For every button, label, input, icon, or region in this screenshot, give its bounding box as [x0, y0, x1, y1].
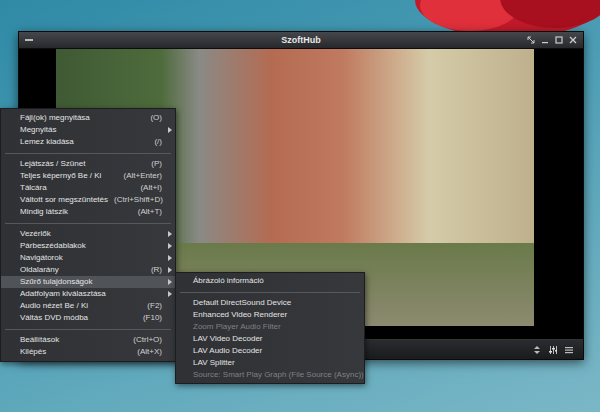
submenu-item[interactable]: Source: Smart Play Graph (File Source (A… [176, 369, 364, 381]
menu-item-label: Oldalarány [20, 264, 145, 276]
context-menu-item[interactable]: Váltás DVD módba(F10) [1, 312, 175, 324]
context-menu-item[interactable]: Lejátszás / Szünet(P) [1, 158, 175, 170]
close-icon[interactable] [569, 36, 577, 44]
menu-separator [1, 324, 175, 334]
submenu-arrow-icon [168, 231, 172, 237]
hamburger-icon[interactable] [565, 346, 573, 354]
context-menu-item[interactable]: Oldalarány(R) [1, 264, 175, 276]
menu-item-label: Lejátszás / Szünet [20, 158, 145, 170]
minimize-icon[interactable] [541, 36, 549, 44]
menu-item-label: Kilépés [20, 346, 131, 358]
submenu-item[interactable]: LAV Audio Decoder [176, 345, 364, 357]
context-menu-item[interactable]: Váltott sor megszüntetés(Ctrl+Shift+D) [1, 194, 175, 206]
context-menu-item[interactable]: Megnyitás [1, 124, 175, 136]
menu-item-label: Tálcára [20, 182, 134, 194]
menu-item-label: Beállítások [20, 334, 127, 346]
menu-item-shortcut: (Alt+I) [134, 182, 162, 194]
menu-item-label: Párbeszédablakok [20, 240, 162, 252]
menu-item-label: Lemez kiadása [20, 136, 148, 148]
filter-submenu: Ábrázoló információ Default DirectSound D… [175, 272, 365, 384]
context-menu-item[interactable]: Mindig látszik(Alt+T) [1, 206, 175, 218]
context-menu-item[interactable]: Teljes képernyő Be / Ki(Alt+Enter) [1, 170, 175, 182]
resize-icon[interactable] [527, 36, 535, 44]
menu-item-label: LAV Splitter [193, 357, 351, 369]
menu-item-label: Teljes képernyő Be / Ki [20, 170, 118, 182]
context-menu-item[interactable]: Tálcára(Alt+I) [1, 182, 175, 194]
context-menu-item[interactable]: Lemez kiadása(/) [1, 136, 175, 148]
menu-item-label: Váltott sor megszüntetés [20, 194, 108, 206]
submenu-item[interactable]: LAV Splitter [176, 357, 364, 369]
window-title: SzoftHub [281, 35, 321, 45]
context-menu: Fájl(ok) megnyitása(O)MegnyitásLemez kia… [0, 108, 176, 362]
menu-item-shortcut: (R) [145, 264, 162, 276]
submenu-item[interactable]: Default DirectSound Device [176, 297, 364, 309]
menu-item-shortcut: (F2) [141, 300, 162, 312]
menu-item-label: Navigátorok [20, 252, 162, 264]
desktop: SzoftHubFájl(ok) megnyitása(O)MegnyitásL… [0, 0, 600, 412]
menu-item-label: Adatfolyam kiválasztása [20, 288, 162, 300]
menu-item-shortcut: (P) [145, 158, 162, 170]
context-menu-item[interactable]: Adatfolyam kiválasztása [1, 288, 175, 300]
context-menu-item[interactable]: Fájl(ok) megnyitása(O) [1, 112, 175, 124]
context-menu-item[interactable]: Szűrő tulajdonságok [1, 276, 175, 288]
title-bar: SzoftHub [19, 32, 583, 49]
submenu-item[interactable]: Zoom Player Audio Filter [176, 321, 364, 333]
context-menu-item[interactable]: Audio nézet Be / Ki(F2) [1, 300, 175, 312]
menu-item-shortcut: (F10) [137, 312, 162, 324]
menu-item-label: LAV Video Decoder [193, 333, 351, 345]
menu-item-label: Default DirectSound Device [193, 297, 351, 309]
menu-item-label: Váltás DVD módba [20, 312, 137, 324]
menu-separator [1, 218, 175, 228]
menu-item-shortcut: (O) [144, 112, 162, 124]
context-menu-item[interactable]: Navigátorok [1, 252, 175, 264]
menu-item-shortcut: (Ctrl+O) [127, 334, 162, 346]
menu-item-label: Fájl(ok) megnyitása [20, 112, 144, 124]
equalizer-icon[interactable] [549, 346, 557, 354]
context-menu-item[interactable]: Kilépés(Alt+X) [1, 346, 175, 358]
submenu-item[interactable]: Enhanced Video Renderer [176, 309, 364, 321]
submenu-item[interactable]: Ábrázoló információ [176, 275, 364, 287]
menu-item-label: Szűrő tulajdonságok [20, 276, 162, 288]
menu-separator [176, 287, 364, 297]
menu-item-shortcut: (/) [148, 136, 162, 148]
submenu-arrow-icon [168, 267, 172, 273]
context-menu-item[interactable]: Párbeszédablakok [1, 240, 175, 252]
menu-item-label: Audio nézet Be / Ki [20, 300, 141, 312]
menu-item-label: Zoom Player Audio Filter [193, 321, 351, 333]
submenu-arrow-icon [168, 291, 172, 297]
window-menu-icon[interactable] [25, 36, 33, 44]
menu-item-shortcut: (Alt+T) [132, 206, 162, 218]
menu-item-label: Enhanced Video Renderer [193, 309, 351, 321]
menu-item-label: Megnyitás [20, 124, 162, 136]
menu-separator [1, 148, 175, 158]
menu-item-label: Mindig látszik [20, 206, 132, 218]
menu-item-shortcut: (Ctrl+Shift+D) [108, 194, 163, 206]
submenu-arrow-icon [168, 279, 172, 285]
menu-item-label: Vezérlők [20, 228, 162, 240]
submenu-arrow-icon [168, 255, 172, 261]
submenu-arrow-icon [168, 127, 172, 133]
menu-item-shortcut: (Alt+X) [131, 346, 162, 358]
menu-item-label: Source: Smart Play Graph (File Source (A… [193, 369, 364, 381]
context-menu-item[interactable]: Beállítások(Ctrl+O) [1, 334, 175, 346]
submenu-arrow-icon [168, 243, 172, 249]
context-menu-item[interactable]: Vezérlők [1, 228, 175, 240]
menu-item-label: Ábrázoló információ [193, 275, 351, 287]
menu-item-label: LAV Audio Decoder [193, 345, 351, 357]
up-down-icon[interactable] [533, 346, 541, 354]
maximize-icon[interactable] [555, 36, 563, 44]
submenu-item[interactable]: LAV Video Decoder [176, 333, 364, 345]
menu-item-shortcut: (Alt+Enter) [118, 170, 162, 182]
